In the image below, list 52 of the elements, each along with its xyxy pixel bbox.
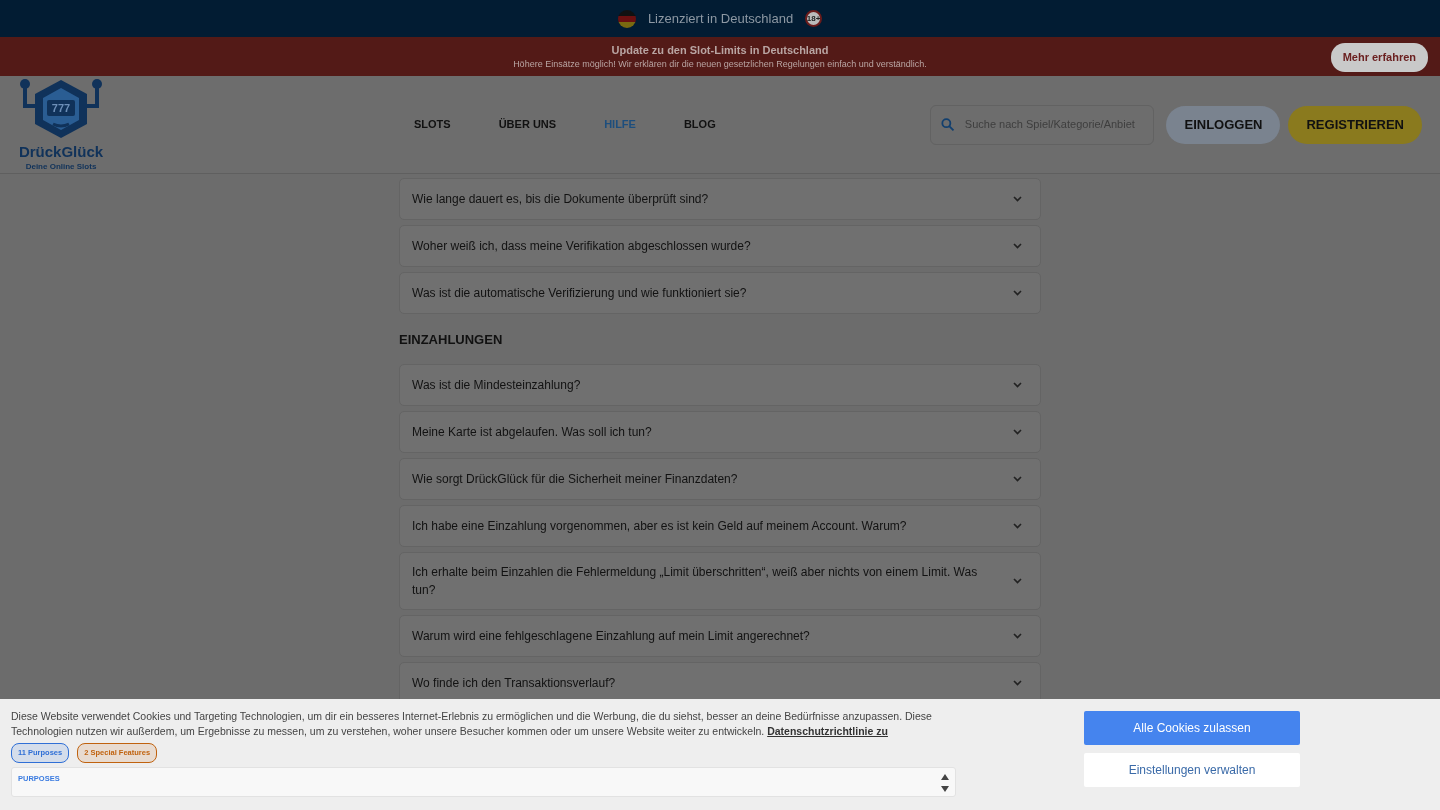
faq-item[interactable]: Ich erhalte beim Einzahlen die Fehlermeldung „Limit überschritten“, weiß aber nichts von einem Limit. Was tun? (399, 551, 1041, 610)
logo-name: DrückGlück (18, 144, 104, 159)
login-button[interactable]: EINLOGGEN (1166, 105, 1281, 144)
faq-question: Wie sorgt DrückGlück für die Sicherheit meiner Finanzdaten? (412, 470, 738, 488)
faq-question: Woher weiß ich, dass meine Verifikation abgeschlossen wurde? (412, 238, 751, 255)
robot-logo-icon (20, 79, 102, 138)
chevron-down-icon (1013, 381, 1022, 388)
license-text: Lizenziert in Deutschland (647, 9, 794, 28)
faq-question: Ich erhalte beim Einzahlen die Fehlermeldung „Limit überschritten“, weiß aber nichts von einem Limit. Was tun? (412, 563, 979, 599)
privacy-link[interactable]: Datenschutzrichtlinie zu (767, 725, 888, 738)
nav-link[interactable]: SLOTS (414, 116, 451, 133)
faq-question: Wo finde ich den Transaktionsverlauf? (412, 674, 616, 692)
chevron-down-icon (1013, 632, 1022, 639)
faq-item[interactable]: Meine Karte ist abgelaufen. Was soll ich tun? (399, 410, 1041, 453)
register-button[interactable]: REGISTRIEREN (1288, 105, 1422, 144)
accept-cookies-button[interactable]: Alle Cookies zulassen (1084, 711, 1300, 745)
faq-item[interactable]: Wie sorgt DrückGlück für die Sicherheit meiner Finanzdaten? (399, 457, 1041, 500)
section-heading: EINZAHLUNGEN (399, 331, 504, 349)
faq-question: Ich habe eine Einzahlung vorgenommen, aber es ist kein Geld auf meinem Account. Warum? (412, 517, 907, 535)
chevron-down-icon (1013, 522, 1022, 529)
faq-item[interactable]: Was ist die automatische Verifizierung und wie funktioniert sie? (399, 272, 1041, 314)
faq-item[interactable]: Was ist die Mindesteinzahlung? (399, 363, 1041, 406)
germany-flag-icon (617, 9, 636, 28)
notice-title: Update zu den Slot-Limits in Deutschland (611, 42, 829, 58)
logo-reels: 777 (51, 102, 71, 114)
chevron-down-icon (1013, 290, 1022, 296)
chevron-down-icon (1013, 196, 1022, 202)
faq-item[interactable]: Wie lange dauert es, bis die Dokumente überprüft sind? (399, 178, 1041, 220)
faq-question: Was ist die automatische Verifizierung und wie funktioniert sie? (412, 285, 747, 302)
chevron-down-icon (1013, 679, 1022, 686)
faq-item[interactable]: Woher weiß ich, dass meine Verifikation abgeschlossen wurde? (399, 225, 1041, 267)
nav-link[interactable]: BLOG (683, 116, 716, 133)
notice-text: Höhere Einsätze möglich! Wir erklären dir die neuen gesetzlichen Regelungen einfach und verständlich. (513, 58, 927, 71)
chevron-down-icon (1013, 428, 1022, 435)
logo-tagline: Deine Online Slots (25, 163, 97, 171)
faq-question: Meine Karte ist abgelaufen. Was soll ich tun? (412, 423, 652, 441)
age-badge: 18+ (805, 10, 823, 27)
chevron-down-icon (1013, 243, 1022, 249)
cookie-settings-button[interactable]: Einstellungen verwalten (1084, 753, 1300, 787)
logo[interactable]: 777 DrückGlück Deine Online Slots (18, 78, 104, 171)
cookie-text: Diese Website verwendet Cookies und Targeting Technologien, um dir ein besseres Internet-Erlebnis zu ermöglichen und die Werbung, die du siehst, besser an deine Bedürfnisse anzupassen. Diese Technologien nutzen wir außerdem, um Ergebnisse zu messen, um zu verstehen, woher unsere Besucher kommen oder um unsere Website weiter zu entwickeln. Datenschutzrichtlinie zu (11, 709, 933, 740)
search-icon (941, 117, 955, 132)
faq-item[interactable]: Warum wird eine fehlgeschlagene Einzahlung auf mein Limit angerechnet? (399, 614, 1041, 657)
chevron-down-icon (1013, 577, 1022, 584)
learn-more-button[interactable]: Mehr erfahren (1330, 43, 1428, 72)
nav-link[interactable]: ÜBER UNS (498, 116, 557, 133)
faq-question: Warum wird eine fehlgeschlagene Einzahlung auf mein Limit angerechnet? (412, 627, 810, 645)
scroll-arrows-icon[interactable] (941, 772, 949, 793)
faq-question: Was ist die Mindesteinzahlung? (412, 376, 581, 394)
chevron-down-icon (1013, 475, 1022, 482)
faq-question: Wie lange dauert es, bis die Dokumente überprüft sind? (412, 191, 709, 208)
faq-item[interactable]: Ich habe eine Einzahlung vorgenommen, aber es ist kein Geld auf meinem Account. Warum? (399, 504, 1041, 547)
